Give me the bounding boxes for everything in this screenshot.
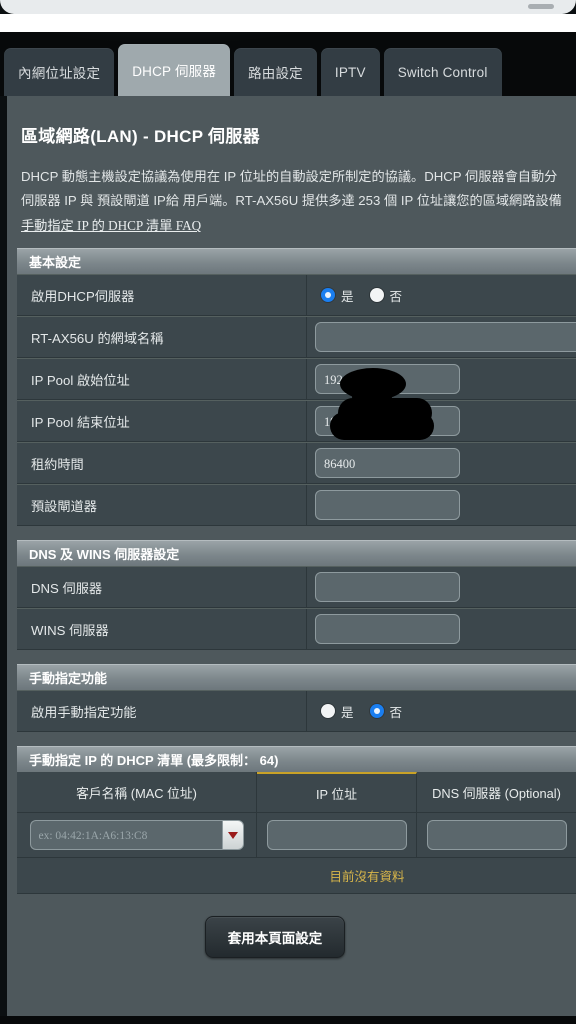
dhcp-list-block: 手動指定 IP 的 DHCP 清單 (最多限制： 64) 客戶名稱 (MAC 位… xyxy=(17,746,576,894)
manual-assign-radio-group: 是 否 xyxy=(315,702,412,721)
row-value xyxy=(307,317,576,357)
browser-gap xyxy=(0,14,576,32)
basic-settings-block: 基本設定 啟用DHCP伺服器 是 否 RT-AX56U 的網域名稱 IP Poo… xyxy=(17,248,576,526)
row-value: 是 否 xyxy=(307,691,576,731)
row-label: RT-AX56U 的網域名稱 xyxy=(17,317,307,357)
radio-label-no: 否 xyxy=(389,705,403,720)
row-value: 86400 xyxy=(307,443,576,483)
row-value xyxy=(307,485,576,525)
ip-address-input[interactable] xyxy=(266,820,407,850)
row-label: IP Pool 結束位址 xyxy=(17,401,307,441)
dns-optional-input[interactable] xyxy=(426,820,567,850)
empty-state-message: 目前沒有資料 xyxy=(17,858,576,894)
tab-label: DHCP 伺服器 xyxy=(132,64,217,79)
row-default-gateway: 預設閘道器 xyxy=(17,484,576,526)
radio-label-yes: 是 xyxy=(341,705,354,720)
manual-assign-block: 手動指定功能 啟用手動指定功能 是 否 xyxy=(17,664,576,732)
default-gateway-input[interactable] xyxy=(315,490,460,520)
row-label: IP Pool 啟始位址 xyxy=(17,359,307,399)
cell-dns xyxy=(417,813,576,857)
row-label: 租約時間 xyxy=(17,443,307,483)
page-title: 區域網路(LAN) - DHCP 伺服器 xyxy=(21,127,260,146)
tab-route[interactable]: 路由設定 xyxy=(234,48,317,96)
radio-manual-assign-no[interactable] xyxy=(369,704,384,718)
domain-name-input[interactable] xyxy=(315,322,576,352)
row-label: 啟用手動指定功能 xyxy=(17,691,307,731)
page-description: DHCP 動態主機設定協議為使用在 IP 位址的自動設定所制定的協議。DHCP … xyxy=(7,165,576,213)
dhcp-list-entry-row: ex: 04:42:1A:A6:13:C8 xyxy=(17,813,576,858)
radio-enable-dhcp-yes[interactable] xyxy=(321,288,335,302)
radio-manual-assign-yes[interactable] xyxy=(321,704,335,718)
browser-address-bar[interactable] xyxy=(0,0,576,14)
dhcp-list-header: 手動指定 IP 的 DHCP 清單 (最多限制： 64) xyxy=(17,746,576,772)
redaction-mark-4 xyxy=(330,412,434,440)
dns-wins-block: DNS 及 WINS 伺服器設定 DNS 伺服器 WINS 伺服器 xyxy=(17,540,576,650)
cell-mac: ex: 04:42:1A:A6:13:C8 xyxy=(17,813,257,857)
column-header-ip: IP 位址 xyxy=(257,772,417,812)
manual-assign-header: 手動指定功能 xyxy=(17,664,576,690)
column-header-dns: DNS 伺服器 (Optional) xyxy=(417,772,576,812)
radio-enable-dhcp-no[interactable] xyxy=(369,288,384,302)
browser-handle-icon xyxy=(528,4,554,9)
tab-label: 內網位址設定 xyxy=(18,66,101,81)
radio-label-yes: 是 xyxy=(341,289,354,304)
row-lease-time: 租約時間 86400 xyxy=(17,442,576,484)
enable-dhcp-radio-group: 是 否 xyxy=(315,286,412,305)
description-line-2: 伺服器 IP 與 預設閘道 IP給 用戶端。RT-AX56U 提供多達 253 … xyxy=(21,193,562,208)
wins-server-input[interactable] xyxy=(315,614,460,644)
dns-server-input[interactable] xyxy=(315,572,460,602)
row-dns-server: DNS 伺服器 xyxy=(17,566,576,608)
apply-button-container: 套用本頁面設定 xyxy=(0,894,563,958)
dns-wins-header: DNS 及 WINS 伺服器設定 xyxy=(17,540,576,566)
row-wins-server: WINS 伺服器 xyxy=(17,608,576,650)
mac-address-input[interactable]: ex: 04:42:1A:A6:13:C8 xyxy=(29,820,222,850)
chevron-down-icon xyxy=(227,831,238,839)
dhcp-faq-link[interactable]: 手動指定 IP 的 DHCP 清單 FAQ xyxy=(21,215,201,234)
tab-lan-ip[interactable]: 內網位址設定 xyxy=(4,48,115,96)
description-line-1: DHCP 動態主機設定協議為使用在 IP 位址的自動設定所制定的協議。DHCP … xyxy=(21,169,558,184)
tab-bar: 內網位址設定 DHCP 伺服器 路由設定 IPTV Switch Control xyxy=(0,44,576,96)
lease-time-input[interactable]: 86400 xyxy=(315,448,460,478)
row-domain-name: RT-AX56U 的網域名稱 xyxy=(17,316,576,358)
tab-iptv[interactable]: IPTV xyxy=(320,48,380,96)
tab-switch-control[interactable]: Switch Control xyxy=(383,48,502,96)
mac-dropdown-button[interactable] xyxy=(221,820,244,850)
tab-dhcp-server[interactable]: DHCP 伺服器 xyxy=(118,44,231,96)
mac-combobox: ex: 04:42:1A:A6:13:C8 xyxy=(29,820,244,850)
radio-label-no: 否 xyxy=(389,289,403,304)
row-label: 啟用DHCP伺服器 xyxy=(17,275,307,315)
row-enable-manual-assign: 啟用手動指定功能 是 否 xyxy=(17,690,576,732)
row-label: WINS 伺服器 xyxy=(17,609,307,649)
basic-settings-header: 基本設定 xyxy=(17,248,576,274)
cell-ip xyxy=(257,813,417,857)
row-label: DNS 伺服器 xyxy=(17,567,307,607)
row-value xyxy=(307,567,576,607)
row-value: 是 否 xyxy=(307,275,576,315)
column-header-mac: 客戶名稱 (MAC 位址) xyxy=(17,772,257,812)
row-ip-pool-start: IP Pool 啟始位址 192.16 xyxy=(17,358,576,400)
row-enable-dhcp: 啟用DHCP伺服器 是 否 xyxy=(17,274,576,316)
dhcp-list-header-row: 客戶名稱 (MAC 位址) IP 位址 DNS 伺服器 (Optional) xyxy=(17,772,576,813)
screen-root: 內網位址設定 DHCP 伺服器 路由設定 IPTV Switch Control… xyxy=(0,0,576,1024)
tab-label: Switch Control xyxy=(397,64,488,80)
row-ip-pool-end: IP Pool 結束位址 192.1 xyxy=(17,400,576,442)
apply-settings-button[interactable]: 套用本頁面設定 xyxy=(204,916,346,958)
content-panel: 區域網路(LAN) - DHCP 伺服器 DHCP 動態主機設定協議為使用在 I… xyxy=(0,96,576,1016)
row-label: 預設閘道器 xyxy=(17,485,307,525)
tab-label: IPTV xyxy=(334,64,366,80)
row-value xyxy=(307,609,576,649)
tab-label: 路由設定 xyxy=(248,66,303,81)
